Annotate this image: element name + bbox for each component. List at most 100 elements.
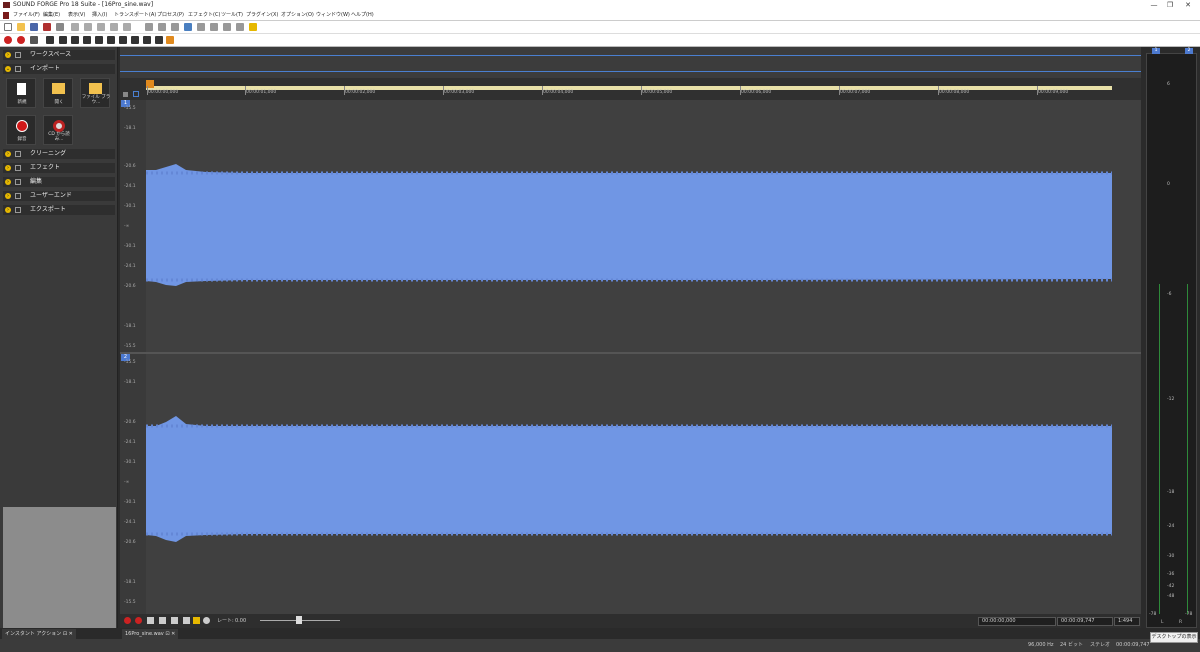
menu-edit[interactable]: 編集(E) [43,10,60,21]
stop-icon[interactable] [171,617,178,624]
save-as-icon[interactable] [43,23,51,31]
close-icon[interactable]: ✕ [171,631,175,637]
play-icon[interactable] [59,36,67,44]
section-user[interactable]: › ユーザーエンド [3,191,115,201]
section-edit[interactable]: › 編集 [3,177,115,187]
tile-new[interactable]: 新規 [6,78,36,108]
forward-icon[interactable] [131,36,139,44]
tile-file-browser[interactable]: ファイル ブラウ... [80,78,110,108]
collapse-icon: ⌄ [5,66,11,72]
meter-r-label: R [1179,620,1183,625]
snap-cursor-icon[interactable] [133,91,139,97]
selection-start-time[interactable]: 00:00:00,000 [978,617,1056,626]
selection-end-time[interactable]: 00:00:09,747 [1057,617,1113,626]
menu-effects[interactable]: エフェクト(C) [188,10,220,21]
menu-help[interactable]: ヘルプ(H) [351,10,374,21]
undo-icon[interactable] [145,23,153,31]
go-start-icon[interactable] [147,617,154,624]
mix-icon[interactable] [110,23,118,31]
open-folder-icon[interactable] [17,23,25,31]
step-forward-icon[interactable] [143,36,151,44]
tile-cd-extract[interactable]: CD から読み... [43,115,73,145]
tile-label: ファイル ブラウ... [81,95,111,105]
tab-document[interactable]: 16Pro_sine.wav ⊡ ✕ [122,629,179,639]
menu-file[interactable]: ファイル(F) [13,10,40,21]
channel-1[interactable]: 1 -15.5 -18.1 -20.6 -24.1 -30.1 -∞ -30.1… [120,100,1141,352]
tab-instant-action[interactable]: インスタント アクション ⊡ ✕ [2,629,76,639]
pause-icon[interactable] [71,36,79,44]
loop-icon[interactable] [30,36,38,44]
maximize-button[interactable]: ❐ [1162,0,1178,10]
section-cleaning[interactable]: › クリーニング [3,149,115,159]
record-icon[interactable] [4,36,12,44]
section-workspace[interactable]: › ワークスペース [3,50,115,60]
edit-tool-icon[interactable] [184,23,192,31]
magnify-tool-icon[interactable] [197,23,205,31]
pin-icon[interactable]: ⊡ [63,631,67,637]
menu-view[interactable]: 表示(V) [68,10,85,21]
db-label: -30.1 [124,244,136,249]
section-label: エフェクト [30,164,61,171]
copy-icon[interactable] [84,23,92,31]
playback-mode-icon[interactable] [193,617,200,624]
redo-icon[interactable] [158,23,166,31]
new-file-icon[interactable] [4,23,12,31]
db-label: -∞ [124,224,130,229]
minimize-button[interactable]: — [1146,0,1162,10]
rate-slider-thumb[interactable] [296,616,302,624]
step-back-icon[interactable] [119,36,127,44]
section-label: クリーニング [30,150,67,157]
tile-record[interactable]: 録音 [6,115,36,145]
channel-2[interactable]: 2 -15.5 -18.1 -20.6 -24.1 -30.1 -∞ -30.1… [120,354,1141,614]
menu-transport[interactable]: トランスポート(A) [114,10,156,21]
stop-icon[interactable] [83,36,91,44]
meter-peak-left: -78 [1149,612,1157,617]
meter-scale-label: -18 [1167,490,1175,495]
pencil-tool-icon[interactable] [210,23,218,31]
envelope-tool-icon[interactable] [223,23,231,31]
section-label: 編集 [30,178,43,185]
save-icon[interactable] [30,23,38,31]
render-icon[interactable] [56,23,64,31]
menu-insert[interactable]: 挿入(I) [92,10,107,21]
play-icon[interactable] [183,617,190,624]
zoom-ratio[interactable]: 1:494 [1114,617,1140,626]
section-effects[interactable]: › エフェクト [3,163,115,173]
waveform-ch1[interactable] [146,100,1112,352]
section-export[interactable]: › エクスポート [3,205,115,215]
time-ruler[interactable]: 00:00:00,000 00:00:01,000 00:00:02,000 0… [120,78,1141,100]
close-icon[interactable]: ✕ [69,631,73,637]
scrub-icon[interactable] [203,617,210,624]
play-all-icon[interactable] [46,36,54,44]
go-end-icon[interactable] [159,617,166,624]
app-icon [3,2,10,8]
user-icon [15,193,21,199]
paste-icon[interactable] [97,23,105,31]
menu-plugins[interactable]: プラグイン(X) [246,10,278,21]
section-import[interactable]: ⌄ インポート [3,64,115,74]
waveform-ch2[interactable] [146,354,1112,614]
record-arm-icon[interactable] [135,617,142,624]
go-start-icon[interactable] [95,36,103,44]
tile-open[interactable]: 開く [43,78,73,108]
menu-tools[interactable]: ツール(T) [221,10,243,21]
rewind-icon[interactable] [107,36,115,44]
db-label: -30.1 [124,500,136,505]
menu-options[interactable]: オプション(O) [281,10,314,21]
cut-icon[interactable] [71,23,79,31]
metronome-icon[interactable] [166,36,174,44]
main-toolbar [0,21,1200,34]
snap-icon[interactable] [249,23,257,31]
repeat-icon[interactable] [171,23,179,31]
trim-icon[interactable] [123,23,131,31]
overview-bar[interactable] [120,47,1141,78]
go-end-icon[interactable] [155,36,163,44]
event-tool-icon[interactable] [236,23,244,31]
record-icon[interactable] [124,617,131,624]
menu-window[interactable]: ウィンドウ(W) [316,10,350,21]
record-arm-icon[interactable] [17,36,25,44]
pin-icon[interactable]: ⊡ [165,631,169,637]
menu-process[interactable]: プロセス(P) [157,10,184,21]
close-button[interactable]: ✕ [1180,0,1196,10]
lock-icon[interactable] [123,92,128,97]
